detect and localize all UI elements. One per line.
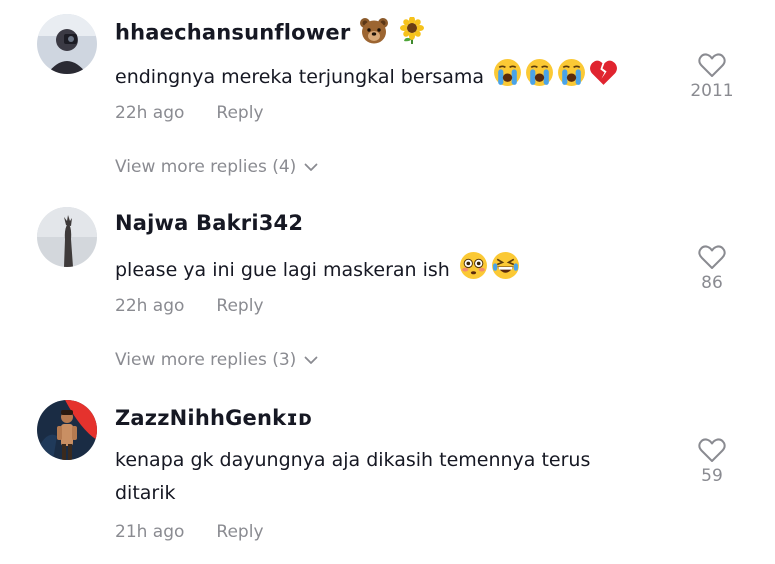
loudly-crying-face-icon: [557, 58, 586, 97]
username[interactable]: Najwa Bakri342: [115, 211, 303, 235]
username-text: ZazzNihhGenkɪᴅ: [115, 406, 313, 430]
sunflower-icon: [399, 16, 425, 50]
view-more-replies-button[interactable]: View more replies (3): [115, 350, 318, 370]
avatar[interactable]: [37, 207, 97, 267]
username[interactable]: ZazzNihhGenkɪᴅ: [115, 406, 312, 430]
username-text: hhaechansunflower: [115, 20, 351, 45]
heart-icon: [698, 438, 726, 462]
chevron-down-icon: [304, 350, 318, 370]
comment-text: please ya ini gue lagi maskeran ish: [115, 251, 520, 290]
comment-text-content: please ya ini gue lagi maskeran ish: [115, 259, 450, 281]
comment-meta: 21h ago Reply: [115, 522, 264, 542]
comment-text: ditarik: [115, 477, 176, 509]
like-button[interactable]: 2011: [690, 53, 734, 101]
reply-button[interactable]: Reply: [216, 103, 263, 123]
reply-button[interactable]: Reply: [216, 522, 263, 542]
comment-text: endingnya mereka terjungkal bersama: [115, 58, 618, 97]
heart-icon: [698, 245, 726, 269]
like-count: 86: [701, 273, 723, 293]
like-button[interactable]: 59: [690, 438, 734, 486]
username-text: Najwa Bakri342: [115, 211, 304, 235]
comment-text-content: endingnya mereka terjungkal bersama: [115, 66, 485, 88]
view-more-replies-label: View more replies (4): [115, 157, 297, 177]
like-count: 2011: [690, 81, 734, 101]
comment-meta: 22h ago Reply: [115, 296, 264, 316]
loudly-crying-face-icon: [493, 58, 522, 97]
loudly-crying-face-icon: [525, 58, 554, 97]
chevron-down-icon: [304, 157, 318, 177]
avatar[interactable]: [37, 14, 97, 74]
avatar[interactable]: [37, 400, 97, 460]
comment-meta: 22h ago Reply: [115, 103, 264, 123]
bear-face-icon: [359, 17, 389, 50]
reply-button[interactable]: Reply: [216, 296, 263, 316]
comment-text-line: kenapa gk dayungnya aja dikasih temennya…: [115, 449, 591, 471]
view-more-replies-label: View more replies (3): [115, 350, 297, 370]
broken-heart-icon: [589, 59, 618, 96]
grinning-squinting-face-icon: [491, 251, 520, 290]
like-button[interactable]: 86: [690, 245, 734, 293]
comment-time: 22h ago: [115, 103, 185, 123]
comment-text-line: ditarik: [115, 482, 176, 504]
comment-time: 21h ago: [115, 522, 185, 542]
username[interactable]: hhaechansunflower: [115, 16, 425, 50]
view-more-replies-button[interactable]: View more replies (4): [115, 157, 318, 177]
comment-time: 22h ago: [115, 296, 185, 316]
flushed-face-icon: [459, 251, 488, 290]
like-count: 59: [701, 466, 723, 486]
heart-icon: [698, 53, 726, 77]
comment-text: kenapa gk dayungnya aja dikasih temennya…: [115, 444, 590, 476]
